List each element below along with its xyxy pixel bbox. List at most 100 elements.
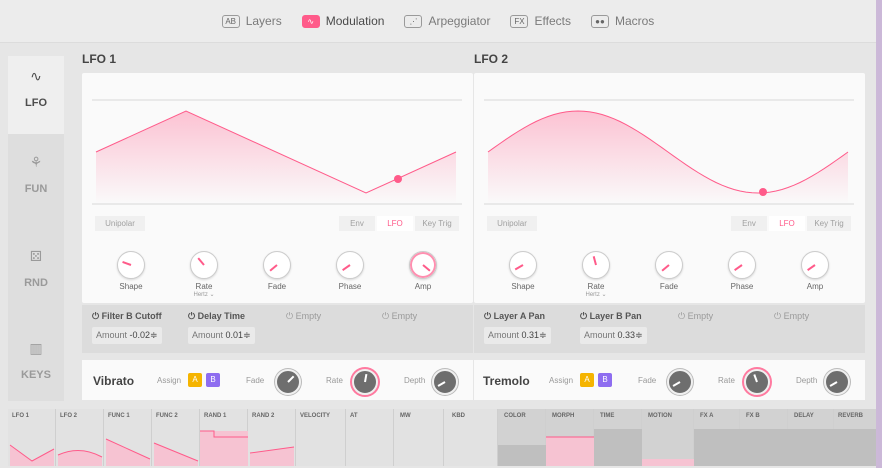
- rate-knob[interactable]: Rate Hertz ⌄: [184, 251, 224, 298]
- slot-title: Layer A Pan: [493, 311, 545, 321]
- amp-knob[interactable]: Amp: [795, 251, 835, 291]
- sidebar-item-rnd[interactable]: ⚄ RND: [8, 248, 64, 289]
- rate-label: Rate: [718, 376, 735, 385]
- power-icon[interactable]: ⏻: [188, 311, 195, 321]
- amount-field[interactable]: Amount 0.33≑: [580, 327, 647, 344]
- tab-layers[interactable]: AB Layers: [221, 14, 282, 28]
- source-fx-b[interactable]: FX B: [740, 409, 788, 466]
- shape-knob[interactable]: Shape: [111, 251, 151, 291]
- destination-slot-empty[interactable]: ⏻ Empty: [286, 311, 382, 322]
- power-icon[interactable]: ⏻: [678, 311, 685, 321]
- depth-label: Depth: [796, 376, 818, 385]
- rate-knob[interactable]: Rate Hertz ⌄: [576, 251, 616, 298]
- tab-modulation[interactable]: ∿ Modulation: [301, 14, 384, 28]
- destination-slot[interactable]: ⏻ Layer B Pan Amount 0.33≑: [580, 311, 676, 344]
- source-rand-2[interactable]: RAND 2: [248, 409, 296, 466]
- source-velocity[interactable]: VELOCITY: [296, 409, 346, 466]
- phase-dot: [394, 175, 402, 183]
- amount-field[interactable]: Amount 0.01≑: [188, 327, 255, 344]
- source-time[interactable]: TIME: [594, 409, 642, 466]
- power-icon[interactable]: ⏻: [382, 311, 389, 321]
- mode-key-trig[interactable]: Key Trig: [415, 216, 459, 231]
- destination-slot-empty[interactable]: ⏻ Empty: [678, 311, 774, 322]
- arpeggiator-icon: ⋰: [404, 14, 423, 28]
- source-lfo-1[interactable]: LFO 1: [8, 409, 56, 466]
- source-preview: [105, 438, 151, 466]
- amp-knob[interactable]: Amp: [403, 251, 443, 291]
- fade-knob[interactable]: Fade: [257, 251, 297, 291]
- assign-a-button[interactable]: A: [188, 373, 202, 387]
- power-icon[interactable]: ⏻: [774, 311, 781, 321]
- tab-arpeggiator[interactable]: ⋰ Arpeggiator: [404, 14, 490, 28]
- source-func-2[interactable]: FUNC 2: [152, 409, 200, 466]
- destination-slot-empty[interactable]: ⏻ Empty: [774, 311, 870, 322]
- slot-title: Empty: [391, 311, 418, 321]
- vibrato-depth-knob[interactable]: [432, 369, 458, 395]
- source-func-1[interactable]: FUNC 1: [104, 409, 152, 466]
- rate-unit-dropdown[interactable]: Hertz ⌄: [184, 291, 224, 298]
- mode-lfo[interactable]: LFO: [377, 216, 413, 231]
- sidebar-item-label: RND: [24, 277, 48, 289]
- sidebar-item-keys[interactable]: ▥ KEYS: [8, 340, 64, 381]
- sidebar-item-fun[interactable]: ⚘ FUN: [8, 154, 64, 195]
- mode-lfo[interactable]: LFO: [769, 216, 805, 231]
- source-fx-a[interactable]: FX A: [694, 409, 740, 466]
- knob-label: Fade: [267, 282, 287, 291]
- source-preview: [200, 430, 248, 466]
- mode-key-trig[interactable]: Key Trig: [807, 216, 851, 231]
- source-aftertouch[interactable]: AT: [346, 409, 394, 466]
- waveform-fill: [488, 111, 848, 204]
- sidebar-item-lfo[interactable]: ∿ LFO: [8, 56, 64, 134]
- lfo2-title: LFO 2: [474, 52, 509, 66]
- source-keyboard[interactable]: KBD: [444, 409, 498, 466]
- lfo1-graph[interactable]: Unipolar Env LFO Key Trig Shape Rate Her…: [82, 73, 473, 303]
- app-window: AB Layers ∿ Modulation ⋰ Arpeggiator FX …: [0, 0, 876, 468]
- source-morph[interactable]: MORPH: [546, 409, 594, 466]
- source-reverb[interactable]: REVERB: [834, 409, 876, 466]
- assign-b-button[interactable]: B: [598, 373, 612, 387]
- shape-knob[interactable]: Shape: [503, 251, 543, 291]
- source-preview: [9, 444, 55, 466]
- phase-knob[interactable]: Phase: [330, 251, 370, 291]
- rate-unit-dropdown[interactable]: Hertz ⌄: [576, 291, 616, 298]
- power-icon[interactable]: ⏻: [580, 311, 587, 321]
- source-label: KBD: [452, 413, 465, 419]
- fade-knob[interactable]: Fade: [649, 251, 689, 291]
- power-icon[interactable]: ⏻: [484, 311, 491, 321]
- destination-slot[interactable]: ⏻ Layer A Pan Amount 0.31≑: [484, 311, 580, 344]
- unipolar-button[interactable]: Unipolar: [95, 216, 145, 231]
- power-icon[interactable]: ⏻: [92, 311, 99, 321]
- power-icon[interactable]: ⏻: [286, 311, 293, 321]
- tremolo-depth-knob[interactable]: [824, 369, 850, 395]
- tab-effects[interactable]: FX Effects: [510, 14, 571, 28]
- tab-label: Layers: [245, 14, 282, 28]
- source-lfo-2[interactable]: LFO 2: [56, 409, 104, 466]
- unipolar-button[interactable]: Unipolar: [487, 216, 537, 231]
- vibrato-rate-knob[interactable]: [352, 369, 378, 395]
- assign-b-button[interactable]: B: [206, 373, 220, 387]
- tremolo-fade-knob[interactable]: [667, 369, 693, 395]
- assign-a-button[interactable]: A: [580, 373, 594, 387]
- tab-macros[interactable]: ●● Macros: [590, 14, 654, 28]
- source-motion[interactable]: MOTION: [642, 409, 694, 466]
- lfo2-graph[interactable]: Unipolar Env LFO Key Trig Shape Rate Her…: [474, 73, 865, 303]
- source-delay[interactable]: DELAY: [788, 409, 834, 466]
- mode-env[interactable]: Env: [339, 216, 375, 231]
- destination-slot[interactable]: ⏻ Delay Time Amount 0.01≑: [188, 311, 284, 344]
- lfo-icon: ∿: [30, 68, 42, 84]
- source-color[interactable]: COLOR: [498, 409, 546, 466]
- destination-slot-empty[interactable]: ⏻ Empty: [382, 311, 478, 322]
- destination-slot[interactable]: ⏻ Filter B Cutoff Amount -0.02≑: [92, 311, 188, 344]
- phase-knob[interactable]: Phase: [722, 251, 762, 291]
- top-nav: AB Layers ∿ Modulation ⋰ Arpeggiator FX …: [0, 0, 876, 43]
- slot-title: Empty: [687, 311, 714, 321]
- source-rand-1[interactable]: RAND 1: [200, 409, 248, 466]
- vibrato-fade-knob[interactable]: [275, 369, 301, 395]
- mode-env[interactable]: Env: [731, 216, 767, 231]
- vibrato-title: Vibrato: [93, 374, 135, 388]
- amount-field[interactable]: Amount 0.31≑: [484, 327, 551, 344]
- tremolo-rate-knob[interactable]: [744, 369, 770, 395]
- source-modwheel[interactable]: MW: [394, 409, 444, 466]
- amount-field[interactable]: Amount -0.02≑: [92, 327, 162, 344]
- source-preview: [694, 429, 740, 466]
